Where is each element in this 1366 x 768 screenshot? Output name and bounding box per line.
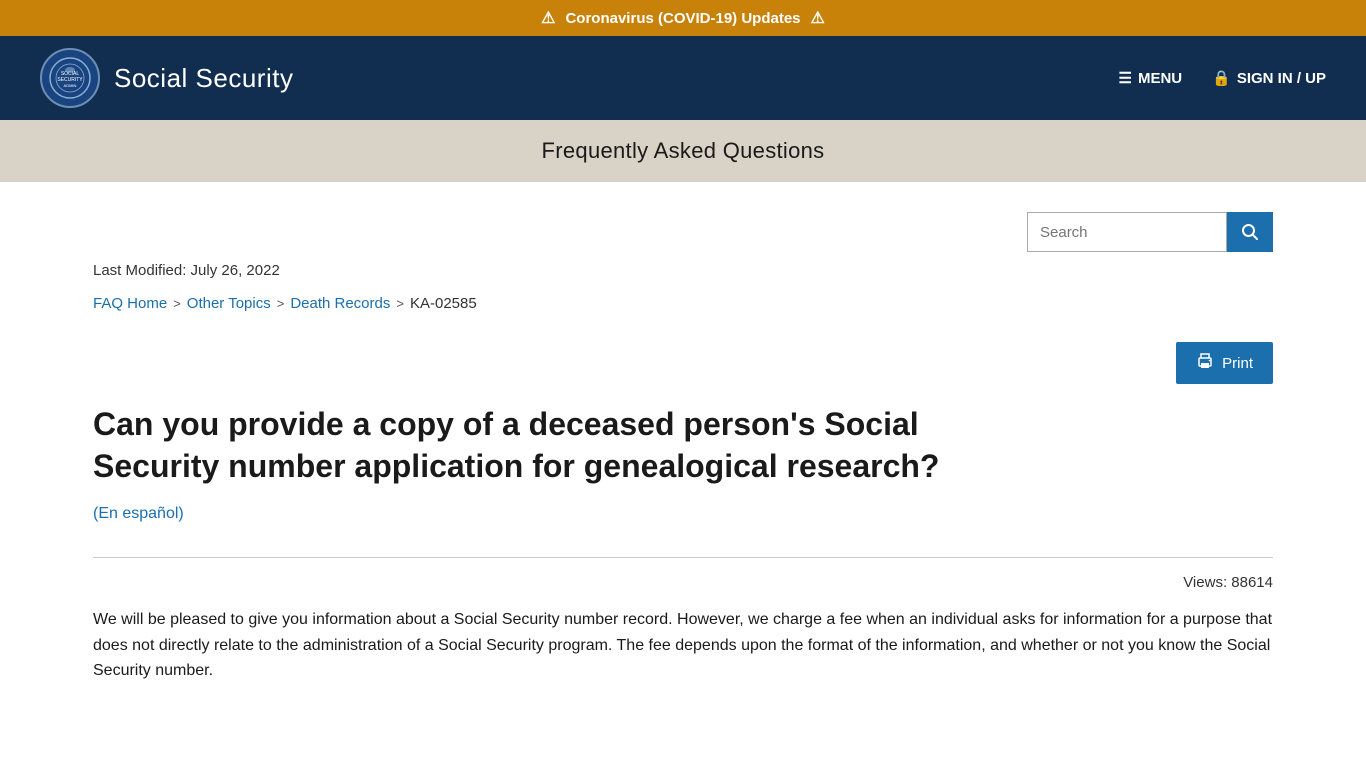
signin-link[interactable]: 🔒 SIGN IN / UP	[1212, 69, 1326, 87]
search-row	[93, 212, 1273, 252]
alert-icon-right: ⚠	[811, 8, 825, 28]
article-title: Can you provide a copy of a deceased per…	[93, 404, 993, 487]
lock-icon: 🔒	[1212, 69, 1231, 87]
search-form	[1027, 212, 1273, 252]
main-container: Last Modified: July 26, 2022 FAQ Home > …	[53, 182, 1313, 724]
header-nav: ☰ MENU 🔒 SIGN IN / UP	[1119, 69, 1327, 87]
search-icon	[1241, 223, 1259, 241]
print-icon-svg	[1196, 352, 1214, 370]
print-label: Print	[1222, 355, 1253, 372]
site-logo-link[interactable]: SOCIAL SECURITY ADMIN Social Security	[40, 48, 293, 108]
breadcrumb-sep-3: >	[396, 296, 404, 311]
signin-label: SIGN IN / UP	[1237, 70, 1326, 87]
breadcrumb-current: KA-02585	[410, 295, 477, 312]
alert-text: Coronavirus (COVID-19) Updates	[565, 10, 800, 27]
site-title: Social Security	[114, 63, 293, 94]
breadcrumb-death-records[interactable]: Death Records	[290, 295, 390, 312]
ssa-seal-icon: SOCIAL SECURITY ADMIN	[48, 56, 92, 100]
page-heading: Frequently Asked Questions	[40, 138, 1326, 164]
breadcrumb: FAQ Home > Other Topics > Death Records …	[93, 295, 1273, 312]
alert-icon-left: ⚠	[541, 8, 555, 28]
printer-icon	[1196, 352, 1214, 374]
views-count: Views: 88614	[93, 574, 1273, 591]
site-header: SOCIAL SECURITY ADMIN Social Security ☰ …	[0, 36, 1366, 120]
breadcrumb-sep-1: >	[173, 296, 181, 311]
breadcrumb-other-topics[interactable]: Other Topics	[187, 295, 271, 312]
logo-circle: SOCIAL SECURITY ADMIN	[40, 48, 100, 108]
menu-link[interactable]: ☰ MENU	[1119, 69, 1183, 87]
page-subtitle-bar: Frequently Asked Questions	[0, 120, 1366, 182]
alert-banner: ⚠ Coronavirus (COVID-19) Updates ⚠	[0, 0, 1366, 36]
search-input[interactable]	[1027, 212, 1227, 252]
article-body-text: We will be pleased to give you informati…	[93, 607, 1273, 684]
spanish-link[interactable]: (En español)	[93, 505, 184, 523]
last-modified: Last Modified: July 26, 2022	[93, 262, 1273, 279]
svg-text:ADMIN: ADMIN	[64, 83, 77, 88]
section-divider	[93, 557, 1273, 558]
article-body: We will be pleased to give you informati…	[93, 607, 1273, 684]
search-button[interactable]	[1227, 212, 1273, 252]
print-button[interactable]: Print	[1176, 342, 1273, 384]
breadcrumb-faq-home[interactable]: FAQ Home	[93, 295, 167, 312]
menu-label: MENU	[1138, 70, 1182, 87]
menu-icon: ☰	[1119, 69, 1132, 87]
breadcrumb-sep-2: >	[277, 296, 285, 311]
print-row: Print	[93, 342, 1273, 384]
